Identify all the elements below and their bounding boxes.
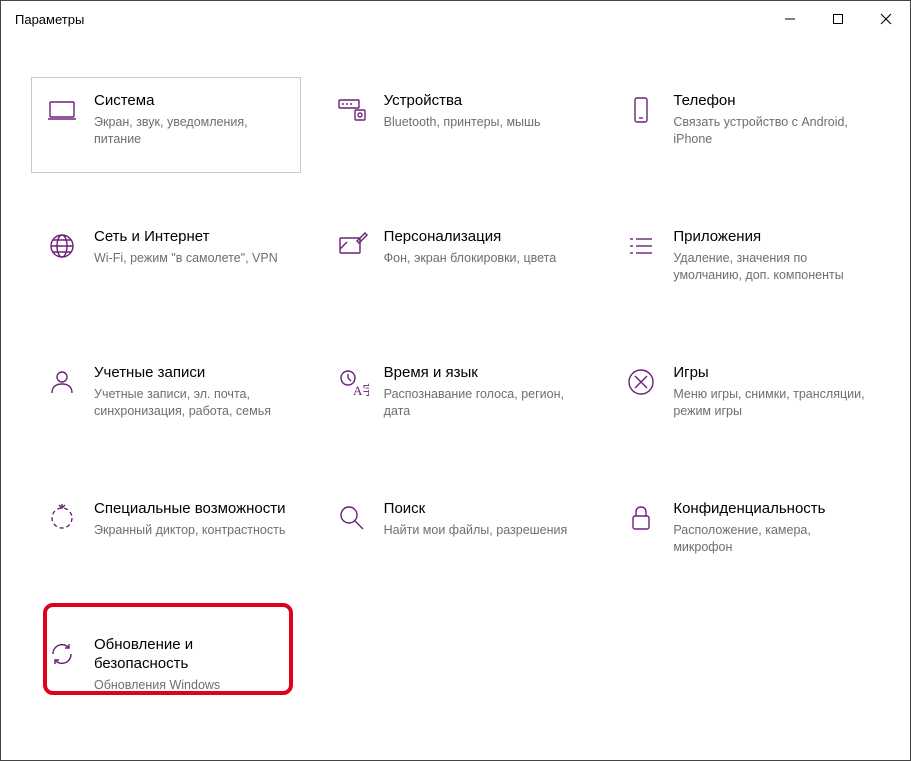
close-button[interactable]: [862, 1, 910, 37]
tile-desc: Wi-Fi, режим "в самолете", VPN: [94, 250, 288, 267]
tile-label: Система: [94, 92, 288, 111]
tile-label: Конфиденциальность: [673, 500, 867, 519]
tile-desc: Меню игры, снимки, трансляции, режим игр…: [673, 386, 867, 420]
tile-label: Обновление и безопасность: [94, 636, 288, 674]
tile-system[interactable]: Система Экран, звук, уведомления, питани…: [31, 77, 301, 173]
tile-time-language[interactable]: A字 Время и язык Распознавание голоса, ре…: [321, 349, 591, 445]
tile-label: Устройства: [384, 92, 578, 111]
personalization-icon: [334, 228, 370, 264]
minimize-button[interactable]: [766, 1, 814, 37]
accounts-icon: [44, 364, 80, 400]
tile-desc: Связать устройство с Android, iPhone: [673, 114, 867, 148]
tile-label: Телефон: [673, 92, 867, 111]
time-language-icon: A字: [334, 364, 370, 400]
tile-gaming[interactable]: Игры Меню игры, снимки, трансляции, режи…: [610, 349, 880, 445]
tile-privacy[interactable]: Конфиденциальность Расположение, камера,…: [610, 485, 880, 581]
tile-desc: Экран, звук, уведомления, питание: [94, 114, 288, 148]
devices-icon: [334, 92, 370, 128]
tile-phone[interactable]: Телефон Связать устройство с Android, iP…: [610, 77, 880, 173]
tile-label: Приложения: [673, 228, 867, 247]
tile-label: Время и язык: [384, 364, 578, 383]
tile-apps[interactable]: Приложения Удаление, значения по умолчан…: [610, 213, 880, 309]
system-icon: [44, 92, 80, 128]
tile-desc: Bluetooth, принтеры, мышь: [384, 114, 578, 131]
titlebar: Параметры: [1, 1, 910, 37]
svg-text:A字: A字: [353, 383, 369, 398]
tile-label: Поиск: [384, 500, 578, 519]
settings-window: Параметры Система Экран, звук, уведо: [0, 0, 911, 761]
settings-grid: Система Экран, звук, уведомления, питани…: [31, 77, 880, 717]
tile-desc: Найти мои файлы, разрешения: [384, 522, 578, 539]
network-icon: [44, 228, 80, 264]
tile-personalization[interactable]: Персонализация Фон, экран блокировки, цв…: [321, 213, 591, 309]
tile-desc: Обновления Windows: [94, 677, 288, 694]
tile-desc: Удаление, значения по умолчанию, доп. ко…: [673, 250, 867, 284]
tile-desc: Учетные записи, эл. почта, синхронизация…: [94, 386, 288, 420]
update-security-icon: [44, 636, 80, 672]
maximize-button[interactable]: [814, 1, 862, 37]
phone-icon: [623, 92, 659, 128]
accessibility-icon: [44, 500, 80, 536]
tile-label: Сеть и Интернет: [94, 228, 288, 247]
tile-accounts[interactable]: Учетные записи Учетные записи, эл. почта…: [31, 349, 301, 445]
tile-desc: Распознавание голоса, регион, дата: [384, 386, 578, 420]
tile-desc: Экранный диктор, контрастность: [94, 522, 288, 539]
privacy-icon: [623, 500, 659, 536]
apps-icon: [623, 228, 659, 264]
tile-desc: Расположение, камера, микрофон: [673, 522, 867, 556]
tile-label: Игры: [673, 364, 867, 383]
tile-label: Специальные возможности: [94, 500, 288, 519]
tile-label: Учетные записи: [94, 364, 288, 383]
tile-search[interactable]: Поиск Найти мои файлы, разрешения: [321, 485, 591, 581]
tile-network[interactable]: Сеть и Интернет Wi-Fi, режим "в самолете…: [31, 213, 301, 309]
tile-label: Персонализация: [384, 228, 578, 247]
gaming-icon: [623, 364, 659, 400]
tile-desc: Фон, экран блокировки, цвета: [384, 250, 578, 267]
window-title: Параметры: [15, 12, 84, 27]
tile-update-security[interactable]: Обновление и безопасность Обновления Win…: [31, 621, 301, 717]
window-controls: [766, 1, 910, 37]
tile-accessibility[interactable]: Специальные возможности Экранный диктор,…: [31, 485, 301, 581]
search-icon: [334, 500, 370, 536]
tile-devices[interactable]: Устройства Bluetooth, принтеры, мышь: [321, 77, 591, 173]
content-area: Система Экран, звук, уведомления, питани…: [1, 37, 910, 737]
